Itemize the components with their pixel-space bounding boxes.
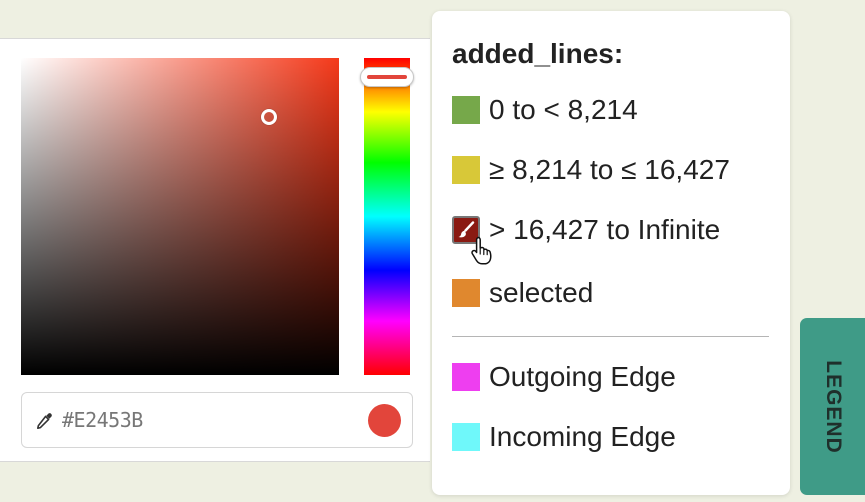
- hex-value-text[interactable]: #E2453B: [62, 408, 143, 432]
- saturation-value-area[interactable]: [21, 58, 339, 375]
- legend-swatch[interactable]: [452, 96, 480, 124]
- legend-swatch[interactable]: [452, 156, 480, 184]
- legend-item-label: ≥ 8,214 to ≤ 16,427: [489, 154, 730, 185]
- legend-item-label: Incoming Edge: [489, 421, 676, 452]
- legend-swatch[interactable]: [452, 363, 480, 391]
- hue-slider-handle[interactable]: [360, 67, 414, 87]
- legend-title: added_lines:: [452, 38, 624, 69]
- legend-item-incoming-edge[interactable]: Incoming Edge: [452, 420, 676, 454]
- legend-toggle-tab[interactable]: LEGEND: [800, 318, 865, 495]
- legend-item-range-1[interactable]: 0 to < 8,214: [452, 93, 638, 127]
- legend-divider: [452, 336, 769, 337]
- hex-color-input[interactable]: #E2453B: [21, 392, 413, 448]
- saturation-value-handle[interactable]: [261, 109, 277, 125]
- legend-item-label: > 16,427 to Infinite: [489, 214, 721, 245]
- legend-item-outgoing-edge[interactable]: Outgoing Edge: [452, 360, 676, 394]
- legend-item-label: selected: [489, 277, 594, 308]
- legend-item-label: Outgoing Edge: [489, 361, 676, 392]
- legend-item-selected[interactable]: selected: [452, 276, 593, 310]
- legend-swatch[interactable]: [452, 279, 480, 307]
- legend-item-range-2[interactable]: ≥ 8,214 to ≤ 16,427: [452, 153, 730, 187]
- legend-item-label: 0 to < 8,214: [489, 94, 638, 125]
- legend-swatch[interactable]: [452, 423, 480, 451]
- hue-slider-track[interactable]: [364, 58, 410, 375]
- selected-color-swatch: [368, 404, 401, 437]
- pointer-hand-icon: [471, 236, 492, 265]
- color-picker-panel: #E2453B: [0, 38, 430, 462]
- legend-tab-label: LEGEND: [821, 359, 845, 454]
- eyedropper-icon[interactable]: [34, 411, 54, 431]
